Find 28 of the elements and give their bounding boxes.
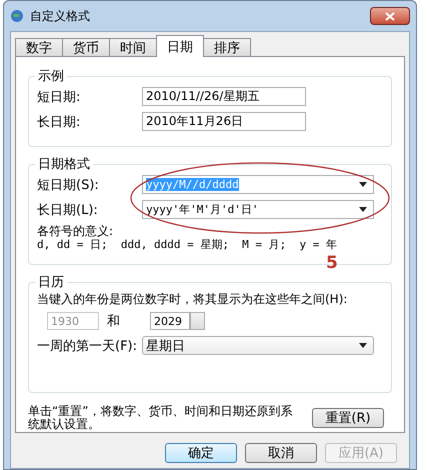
tab[interactable]: 排序 — [203, 38, 251, 57]
two-digit-year-label: 当键入的年份是两位数字时，将其显示为在这些年之间(H): — [37, 293, 348, 306]
group-title: 示例 — [37, 68, 65, 85]
dialog-button[interactable]: 取消 — [245, 443, 317, 463]
tab[interactable]: 日期 — [156, 35, 204, 57]
group-title: 日期格式 — [37, 156, 91, 173]
tab[interactable]: 时间 — [109, 38, 157, 57]
field-label: 短日期(S): — [37, 176, 100, 194]
tab[interactable]: 数字 — [15, 38, 63, 57]
reset-description: 单击“重置”，将数字、货币、时间和日期还原到系统默认设置。 — [28, 405, 294, 431]
field-label: 长日期: — [37, 114, 82, 130]
field-label: 长日期(L): — [37, 202, 99, 218]
first-day-dropdown[interactable]: 星期日 — [142, 336, 374, 355]
field-label: 短日期: — [37, 88, 82, 106]
reset-button[interactable]: 重置(R) — [312, 408, 384, 428]
meaning-title: 各符号的意义: — [37, 225, 114, 238]
window-title: 自定义格式 — [30, 8, 91, 24]
and-label: 和 — [106, 313, 121, 330]
tab[interactable]: 货币 — [62, 38, 110, 57]
dialog-button[interactable]: 确定 — [165, 443, 237, 463]
format-dropdown[interactable]: yyyy'年'M'月'd'日' — [142, 200, 374, 219]
year-field[interactable]: 2029 — [150, 312, 190, 330]
sample-field: 2010/11//26/星期五 — [142, 87, 306, 106]
symbol-meaning-text: d, dd = 日; ddd, dddd = 星期; M = 月; y = 年 — [37, 238, 338, 251]
step-number: 5 — [326, 253, 338, 273]
field-label: 一周的第一天(F): — [37, 338, 138, 354]
sample-field: 2010年11月26日 — [142, 112, 306, 131]
group-title: 日历 — [37, 274, 65, 291]
